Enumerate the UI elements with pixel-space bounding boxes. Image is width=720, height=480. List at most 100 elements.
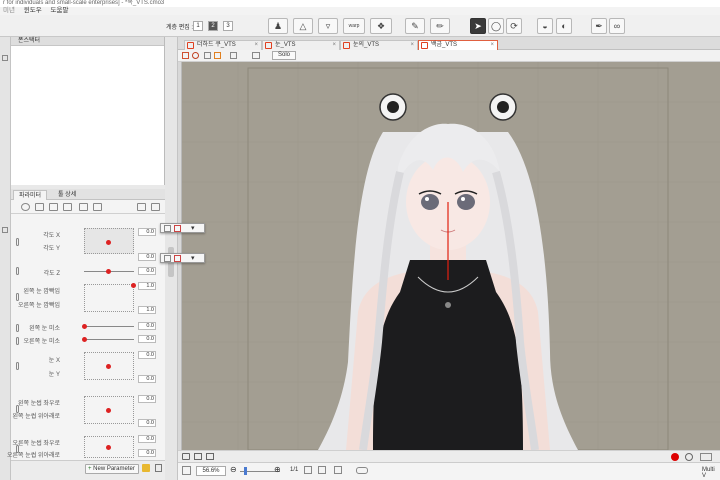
tab-document-3[interactable]: 눈의_VTS × <box>340 40 418 50</box>
edit-level-3-button[interactable]: 3 <box>223 21 233 31</box>
close-icon[interactable]: × <box>490 41 494 50</box>
multi-view-label[interactable]: Multi V <box>702 467 720 479</box>
record-button[interactable] <box>671 453 679 461</box>
param-value-eye-l-smile[interactable]: 0.0 <box>138 322 156 330</box>
mesh-tool-icon[interactable]: ❖ <box>370 18 392 34</box>
param-value-angle-y[interactable]: 0.0 <box>138 253 156 261</box>
tab-document-1[interactable]: 더하드 쿠_VTS × <box>184 40 262 50</box>
zoom-field[interactable]: 56.6% <box>196 466 226 476</box>
param-value-eye-r-open[interactable]: 1.0 <box>138 306 156 314</box>
guide-toggle-icon[interactable] <box>214 52 221 59</box>
warp-deformer-button[interactable]: warp <box>343 18 365 34</box>
glue-tool-icon[interactable]: ◒ <box>537 18 553 34</box>
folder-icon[interactable] <box>142 464 150 472</box>
export-icon[interactable] <box>206 453 214 460</box>
fit-icon[interactable] <box>230 52 237 59</box>
rotate-icon[interactable] <box>318 466 326 474</box>
param-knob-eye-l-smile[interactable] <box>82 324 87 329</box>
list-icon[interactable] <box>93 203 102 211</box>
edit-level-1-button[interactable]: 1 <box>193 21 203 31</box>
parameter-panel-tabs: 파라미터 툴 상세 <box>11 189 165 200</box>
camera-icon[interactable] <box>182 453 190 460</box>
param-knob-brow-l[interactable] <box>106 408 111 413</box>
param-value-eyeball-y[interactable]: 0.0 <box>138 375 156 383</box>
brush-tool-icon[interactable]: ✏ <box>430 18 450 34</box>
view-toggle-icon[interactable] <box>204 52 211 59</box>
param-knob-eyeball[interactable] <box>106 364 111 369</box>
param-knob-eye-open[interactable] <box>131 283 136 288</box>
add-keyform-icon[interactable] <box>164 225 171 232</box>
person-tool-icon[interactable]: ♟ <box>268 18 288 34</box>
display-icon[interactable] <box>252 52 260 59</box>
param-value-angle-x[interactable]: 0.0 <box>138 228 156 236</box>
rotation-deformer-icon[interactable]: ▿ <box>318 18 338 34</box>
remove-keyform-icon[interactable] <box>174 255 181 262</box>
arrow-tool-icon[interactable]: ➤ <box>470 18 486 34</box>
param-knob-angle-xy[interactable] <box>106 240 111 245</box>
menu-icon[interactable] <box>151 203 160 211</box>
param-value-brow-r-x[interactable]: 0.0 <box>138 435 156 443</box>
remove-keyform-icon[interactable] <box>174 225 181 232</box>
menu-item-window[interactable]: 미년 <box>3 7 15 14</box>
pen-tool-icon[interactable]: ✒ <box>591 18 607 34</box>
menu-item-help[interactable]: 도움말 <box>51 7 69 14</box>
add-keyform-icon[interactable] <box>164 255 171 262</box>
zoom-out-icon[interactable]: ⊖ <box>230 465 237 474</box>
solo-button[interactable]: Solo <box>272 51 296 60</box>
zoom-in-icon[interactable]: ⊕ <box>274 465 281 474</box>
close-icon[interactable]: × <box>410 41 414 50</box>
edit-level-2-button[interactable]: 2 <box>208 21 218 31</box>
spread-icon[interactable] <box>49 203 58 211</box>
close-icon[interactable]: × <box>254 41 258 50</box>
align-icon[interactable] <box>35 203 44 211</box>
param-slider-eye-l-smile[interactable] <box>84 326 134 327</box>
tab-parameters[interactable]: 파라미터 <box>13 190 48 200</box>
copy-icon[interactable] <box>137 203 146 211</box>
keyform-icon[interactable] <box>63 203 72 211</box>
tab-document-2[interactable]: 눈_VTS × <box>262 40 340 50</box>
keyform-popup-2[interactable]: ▾ <box>160 253 205 263</box>
param-slider-eye-r-smile[interactable] <box>84 339 134 340</box>
param-value-brow-l-x[interactable]: 0.0 <box>138 395 156 403</box>
tab-tool-details[interactable]: 툴 상세 <box>53 190 81 200</box>
param-grid-eye-open[interactable] <box>84 284 134 312</box>
param-knob-eye-r-smile[interactable] <box>82 337 87 342</box>
param-knob-brow-r[interactable] <box>106 445 111 450</box>
copy-view-icon[interactable] <box>194 453 202 460</box>
gear-icon[interactable] <box>685 453 693 461</box>
ratio-button[interactable]: 1/1 <box>290 467 298 473</box>
play-icon[interactable] <box>21 203 30 211</box>
param-knob-angle-z[interactable] <box>106 269 111 274</box>
keyform-popup-1[interactable]: ▾ <box>160 223 205 233</box>
deformer-toggle-icon[interactable] <box>192 52 199 59</box>
deform-tool-icon[interactable]: △ <box>293 18 313 34</box>
param-value-brow-r-y[interactable]: 0.0 <box>138 449 156 457</box>
param-value-brow-l-y[interactable]: 0.0 <box>138 419 156 427</box>
transform-tool-icon[interactable]: ⟳ <box>506 18 522 34</box>
param-value-eye-r-smile[interactable]: 0.0 <box>138 335 156 343</box>
auto-mesh-icon[interactable]: ✎ <box>405 18 425 34</box>
tab-document-4[interactable]: 백금_VTS × <box>418 40 498 50</box>
lasso-tool-icon[interactable]: ◯ <box>488 18 504 34</box>
close-icon[interactable]: × <box>332 41 336 50</box>
chevron-down-icon[interactable]: ▾ <box>191 254 195 262</box>
zoom-icon[interactable] <box>182 466 191 475</box>
param-value-eye-l-open[interactable]: 1.0 <box>138 282 156 290</box>
param-value-eyeball-x[interactable]: 0.0 <box>138 351 156 359</box>
toggle-icon[interactable] <box>356 467 368 474</box>
bind-tool-icon[interactable]: ◐ <box>556 18 572 34</box>
mesh-toggle-icon[interactable] <box>182 52 189 59</box>
model-canvas[interactable] <box>178 62 720 450</box>
table-icon[interactable] <box>79 203 88 211</box>
fit-screen-icon[interactable] <box>304 466 312 474</box>
panel-toggle-icon[interactable] <box>700 453 712 461</box>
menu-item-window2[interactable]: 윈도우 <box>24 7 42 14</box>
trash-icon[interactable] <box>155 464 162 472</box>
new-parameter-button[interactable]: + New Parameter <box>85 464 139 474</box>
chevron-down-icon[interactable]: ▾ <box>191 224 195 232</box>
pin-icon[interactable] <box>2 55 8 61</box>
flip-icon[interactable] <box>334 466 342 474</box>
zoom-slider-thumb[interactable] <box>244 467 247 475</box>
param-value-angle-z[interactable]: 0.0 <box>138 267 156 275</box>
link-tool-icon[interactable]: ∞ <box>609 18 625 34</box>
